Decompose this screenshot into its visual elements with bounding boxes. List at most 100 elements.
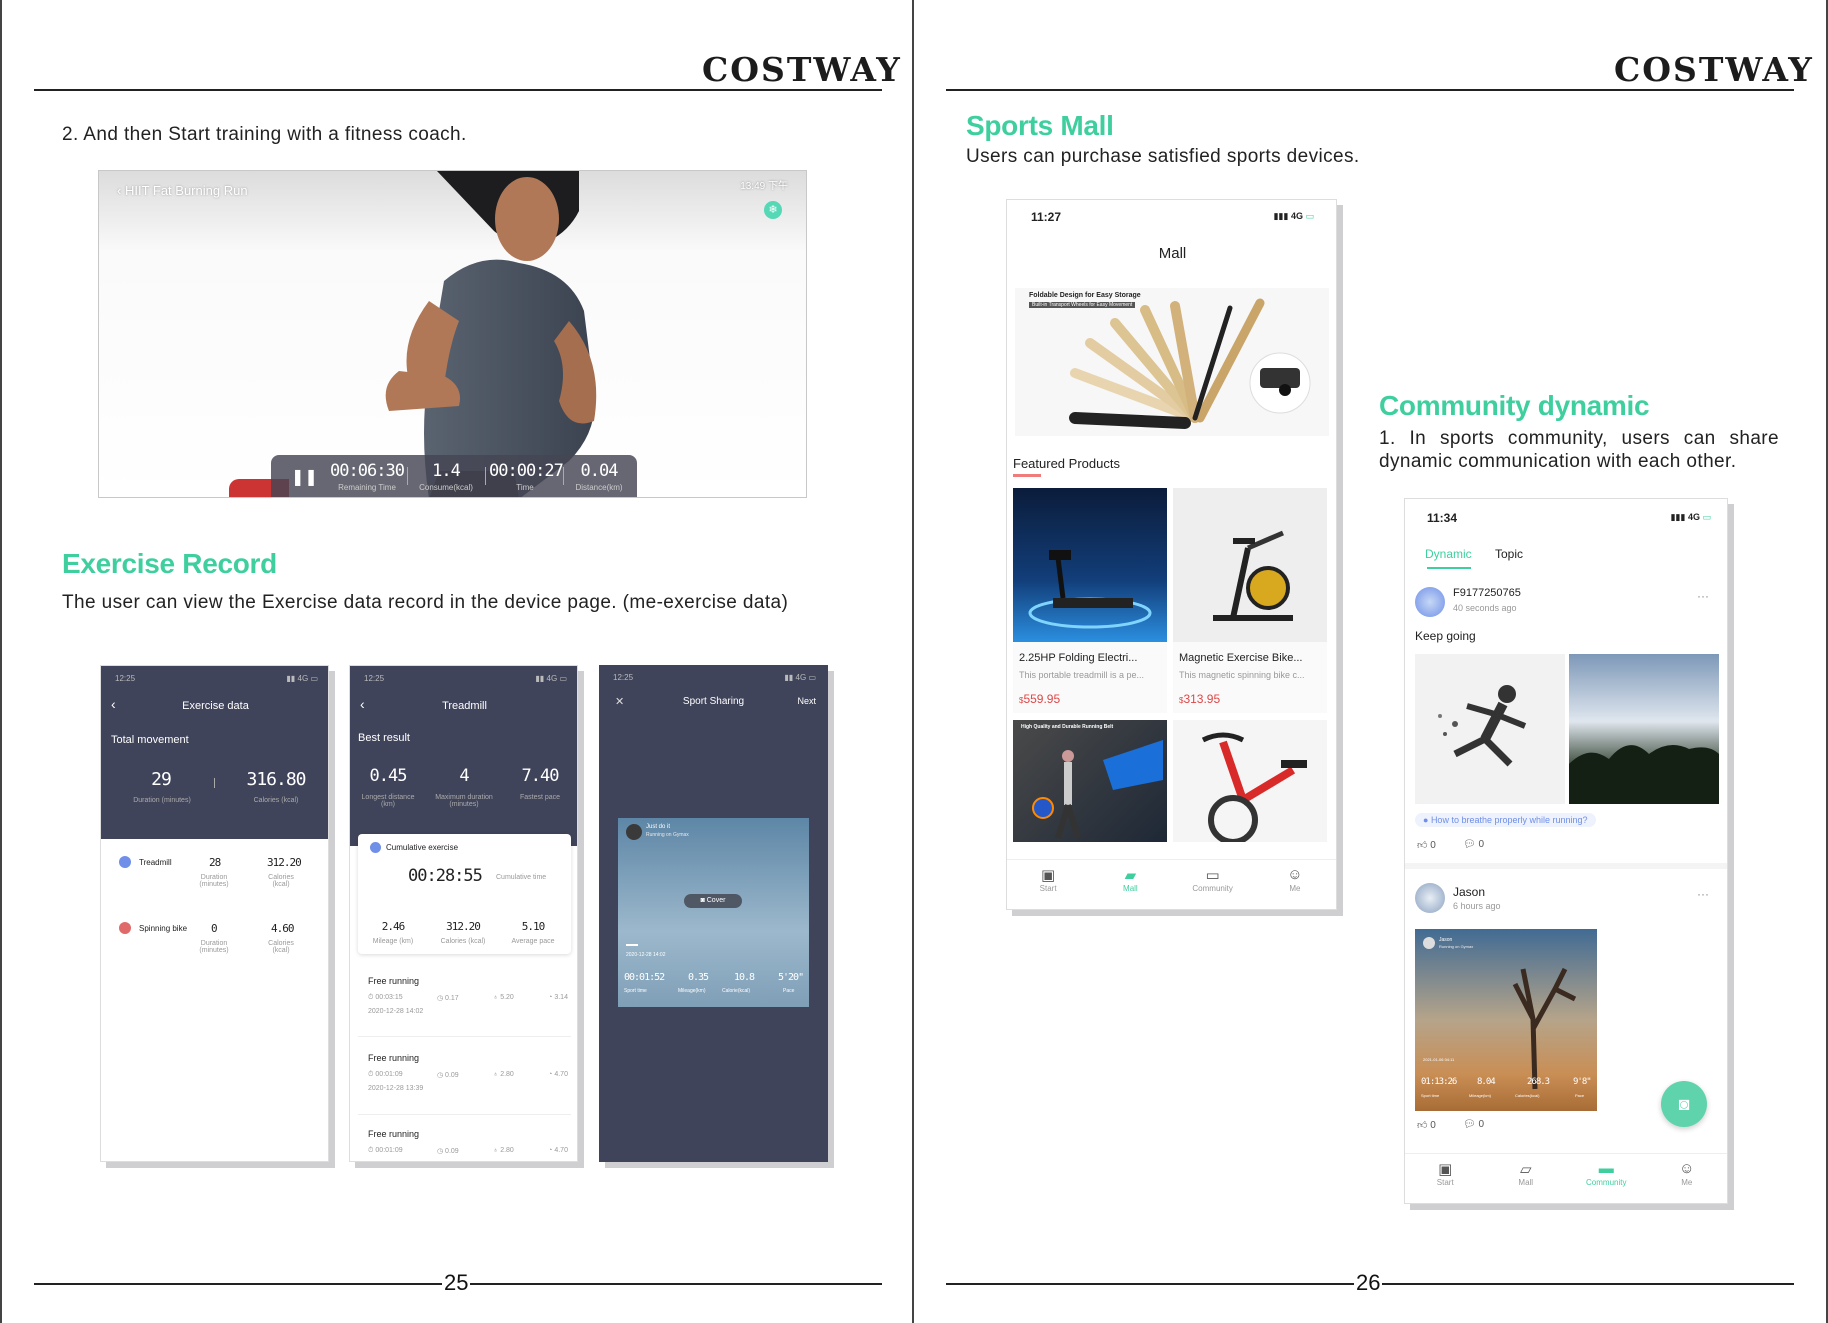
tab-community[interactable]: ▭ Community	[1172, 860, 1254, 909]
chat-icon: ▬	[1598, 1160, 1614, 1177]
treadmill-graphic	[1028, 550, 1152, 629]
camera-icon: ◙	[1678, 1094, 1690, 1114]
avatar[interactable]	[1415, 587, 1445, 617]
product-card[interactable]: High Quality and Durable Running Belt	[1013, 720, 1167, 842]
exercise-data-screen: 12:25 ▮▮ 4G ▭ ‹ Exercise data Total move…	[100, 665, 329, 1162]
stat-consume: 1.4 Consume(kcal)	[419, 461, 473, 492]
screen-title: Treadmill	[442, 700, 487, 712]
avatar	[626, 824, 642, 840]
record-item[interactable]: Free running ⏱ 00:01:09 ◷ 0.09 ♁ 2.80 ◔ 4.7…	[368, 1129, 568, 1155]
step-text: 2. And then Start training with a fitnes…	[62, 124, 467, 145]
page-25: COSTWAY 2. And then Start training with …	[0, 0, 914, 1323]
next-button[interactable]: Next	[797, 696, 816, 706]
person-icon: ☺	[1679, 1160, 1695, 1177]
community-text: 1. In sports community, users can share …	[1379, 428, 1779, 472]
stat-remaining: 00:06:30 Remaining Time	[330, 461, 405, 492]
brand-logo: COSTWAY	[702, 50, 902, 89]
camera-fab-button[interactable]: ◙	[1661, 1081, 1707, 1127]
tab-start[interactable]: ▣ Start	[1007, 860, 1089, 909]
record-item[interactable]: Free running ⏱ 00:03:15 ◷ 0.17 ♁ 5.20 ◔ 3.1…	[368, 976, 568, 1015]
folding-treadmill-image	[1069, 298, 1311, 429]
page-number: 25	[442, 1270, 471, 1296]
product-card[interactable]: Magnetic Exercise Bike... This magnetic …	[1173, 488, 1327, 713]
screen-title: Sport Sharing	[682, 696, 745, 707]
community-screen: 11:34 ▮▮▮ 4G ▭ Dynamic Topic F9177250765…	[1404, 498, 1728, 1204]
cover-button[interactable]: ◙ Cover	[684, 894, 742, 908]
post-image-runner[interactable]	[1415, 654, 1565, 804]
sports-mall-text: Users can purchase satisfied sports devi…	[966, 146, 1360, 167]
more-icon[interactable]: ···	[1697, 887, 1709, 901]
product-card[interactable]: 2.25HP Folding Electri... This portable …	[1013, 488, 1167, 713]
like-button[interactable]: 👍︎ 0	[1417, 1119, 1436, 1131]
treadmill-screen: 12:25 ▮▮ 4G ▭ ‹ Treadmill Best result 0.…	[349, 665, 578, 1162]
like-button[interactable]: 👍︎ 0	[1417, 839, 1436, 851]
exercise-bike-graphic	[1213, 530, 1293, 621]
mall-screen: 11:27 ▮▮▮ 4G ▭ Mall Foldable Design for …	[1006, 199, 1337, 910]
active-tab-indicator	[1427, 567, 1471, 569]
divider	[563, 467, 564, 485]
post-image-desert[interactable]: Jason Running on Gymax 2021-01-06 04:11 …	[1415, 929, 1597, 1111]
pause-icon[interactable]: ❚❚	[291, 467, 318, 487]
treadmill-header: 12:25 ▮▮ 4G ▭ ‹ Treadmill Best result 0.…	[350, 666, 577, 846]
best-result-label: Best result	[358, 732, 410, 744]
duration-label: Duration (minutes)	[133, 797, 191, 804]
sport-sharing-screen: 12:25 ▮▮ 4G ▭ ✕ Sport Sharing Next Just …	[599, 665, 828, 1162]
tree-silhouette	[1569, 745, 1719, 804]
treadmill-product-image	[1013, 488, 1167, 642]
status-icons: ▮▮ 4G ▭	[286, 674, 318, 683]
topic-tag[interactable]: ● How to breathe properly while running?	[1415, 813, 1596, 827]
screen-title: Mall	[1158, 245, 1187, 262]
mall-banner[interactable]: Foldable Design for Easy Storage Built-i…	[1015, 288, 1329, 436]
featured-products-label: Featured Products	[1013, 456, 1120, 471]
video-title[interactable]: ‹ HIIT Fat Burning Run	[117, 183, 248, 198]
settings-icon[interactable]: ❄	[764, 201, 782, 219]
record-item[interactable]: Free running ⏱ 00:01:09 ◷ 0.09 ♁ 2.80 ◔ 4.7…	[368, 1053, 568, 1092]
post-time: 6 hours ago	[1453, 901, 1501, 911]
comment-button[interactable]: 💬︎ 0	[1463, 1119, 1484, 1130]
tab-dynamic[interactable]: Dynamic	[1425, 547, 1472, 561]
share-card: Just do it Running on Gymax ◙ Cover 2020…	[618, 818, 809, 1007]
calories-label: Calories (kcal)	[253, 797, 299, 804]
cumulative-card: Cumulative exercise 00:28:55 Cumulative …	[358, 834, 571, 954]
post-username[interactable]: Jason	[1453, 885, 1485, 899]
treadmill-icon	[370, 842, 381, 853]
divider	[626, 944, 638, 946]
chat-icon: ▭	[1205, 867, 1220, 884]
product-card[interactable]	[1173, 720, 1327, 845]
post-image-sky[interactable]	[1569, 654, 1719, 804]
bottom-tab-bar: ▣ Start ▰ Mall ▭ Community ☺ Me	[1007, 859, 1336, 909]
post-time: 40 seconds ago	[1453, 603, 1517, 613]
sprinter-graphic	[1438, 685, 1527, 767]
box-icon: ▣	[1041, 867, 1056, 884]
back-icon[interactable]: ‹	[117, 183, 125, 198]
divider	[358, 1114, 571, 1115]
avatar[interactable]	[1415, 883, 1445, 913]
list-item-treadmill[interactable]: Treadmill 28 Duration (minutes) 312.20 C…	[101, 856, 328, 906]
tab-me[interactable]: ☺ Me	[1254, 860, 1336, 909]
more-icon[interactable]: ···	[1697, 589, 1709, 603]
calories-value: 316.80	[246, 769, 306, 790]
shopping-bag-icon: ▰	[1124, 867, 1137, 884]
divider	[358, 1036, 571, 1037]
tab-me[interactable]: ☺ Me	[1647, 1154, 1728, 1203]
tab-community[interactable]: ▬ Community	[1566, 1154, 1647, 1203]
status-icons: ▮▮ 4G ▭	[535, 674, 567, 683]
screen-title: Exercise data	[182, 700, 249, 712]
underline-accent	[1013, 474, 1041, 477]
bike-product-image	[1173, 488, 1327, 642]
status-icons: ▮▮ 4G ▭	[784, 673, 816, 682]
post-username[interactable]: F9177250765	[1453, 587, 1521, 599]
tab-mall[interactable]: ▱ Mall	[1486, 1154, 1567, 1203]
list-item-spinning-bike[interactable]: Spinning bike 0 Duration (minutes) 4.60 …	[101, 922, 328, 972]
divider	[214, 778, 215, 788]
coach-video-screenshot: ‹ HIIT Fat Burning Run 13:49 下午 ❄ ❚❚ 00:…	[98, 170, 807, 498]
tab-topic[interactable]: Topic	[1495, 547, 1523, 561]
total-movement-label: Total movement	[111, 734, 189, 746]
comment-button[interactable]: 💬︎ 0	[1463, 839, 1484, 850]
product-price: $559.95	[1019, 692, 1061, 706]
tab-mall[interactable]: ▰ Mall	[1089, 860, 1171, 909]
stat-distance: 0.04 Distance(km)	[575, 461, 623, 492]
tab-start[interactable]: ▣ Start	[1405, 1154, 1486, 1203]
status-icons: ▮▮▮ 4G ▭	[1273, 211, 1314, 221]
status-time: 12:25	[115, 674, 136, 683]
